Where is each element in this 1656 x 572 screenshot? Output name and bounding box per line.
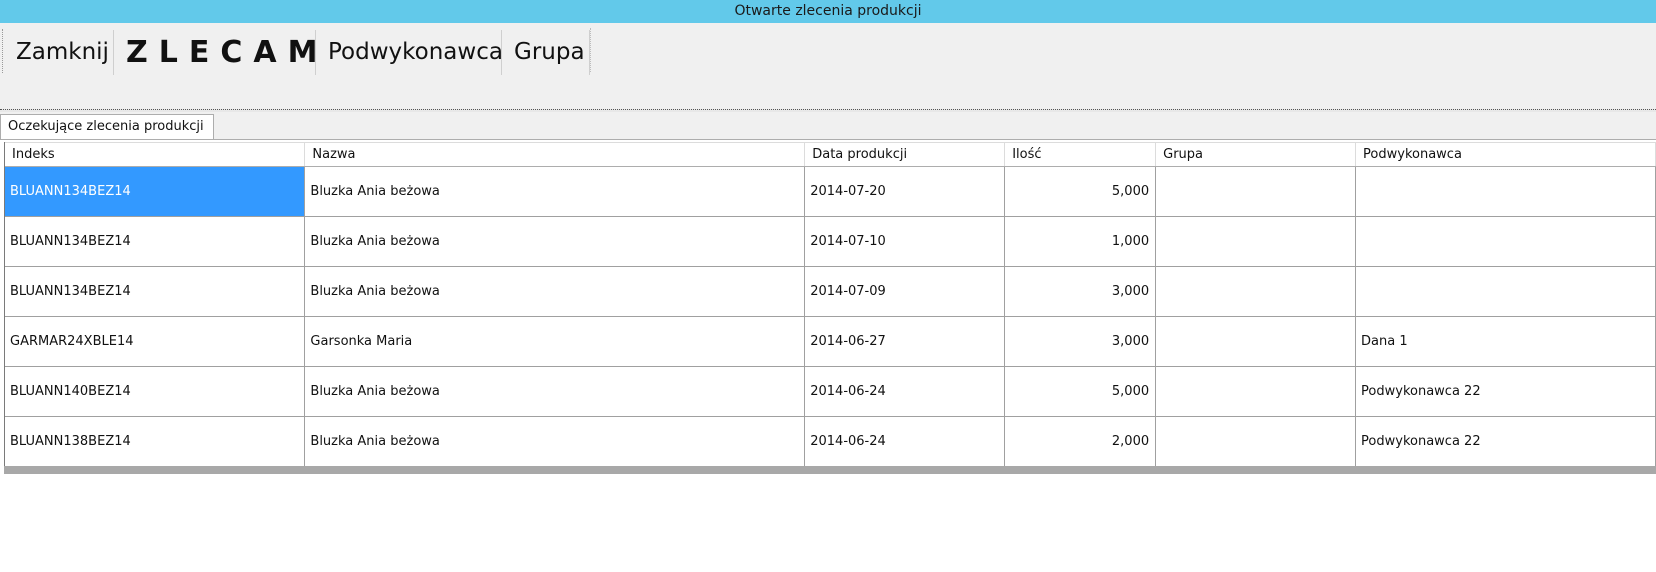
cell-production-date[interactable]: 2014-06-24: [804, 366, 1006, 417]
cell-production-date[interactable]: 2014-07-10: [804, 216, 1006, 267]
grid-bottom-bar: [4, 466, 1656, 474]
close-button[interactable]: Zamknij: [4, 30, 114, 75]
cell-subcontractor[interactable]: Dana 1: [1355, 316, 1656, 367]
cell-production-date[interactable]: 2014-06-27: [804, 316, 1006, 367]
cell-index[interactable]: BLUANN134BEZ14: [5, 216, 306, 267]
cell-subcontractor[interactable]: [1355, 166, 1656, 217]
cell-subcontractor[interactable]: [1355, 266, 1656, 317]
group-button[interactable]: Grupa: [502, 30, 590, 75]
tab-baseline: [0, 139, 1656, 140]
cell-quantity[interactable]: 5,000: [1004, 366, 1157, 417]
table-row[interactable]: BLUANN134BEZ14 Bluzka Ania beżowa 2014-0…: [5, 166, 1656, 217]
cell-name[interactable]: Bluzka Ania beżowa: [304, 216, 806, 267]
tab-pending-orders[interactable]: Oczekujące zlecenia produkcji: [0, 114, 214, 139]
column-header-production-date[interactable]: Data produkcji: [804, 142, 1006, 167]
cell-group[interactable]: [1155, 416, 1357, 467]
cell-quantity[interactable]: 1,000: [1004, 216, 1157, 267]
cell-name[interactable]: Bluzka Ania beżowa: [304, 166, 806, 217]
cell-index[interactable]: BLUANN140BEZ14: [5, 366, 306, 417]
cell-name[interactable]: Bluzka Ania beżowa: [304, 416, 806, 467]
cell-quantity[interactable]: 5,000: [1004, 166, 1157, 217]
toolbar: Zamknij ZLECAM Podwykonawca Grupa: [0, 23, 1656, 109]
tab-strip: Oczekujące zlecenia produkcji: [0, 112, 1656, 140]
cell-production-date[interactable]: 2014-07-20: [804, 166, 1006, 217]
table-row[interactable]: BLUANN134BEZ14 Bluzka Ania beżowa 2014-0…: [5, 266, 1656, 317]
table-row[interactable]: BLUANN134BEZ14 Bluzka Ania beżowa 2014-0…: [5, 216, 1656, 267]
cell-index[interactable]: BLUANN134BEZ14: [5, 166, 306, 217]
window-title: Otwarte zlecenia produkcji: [0, 0, 1656, 23]
cell-name[interactable]: Bluzka Ania beżowa: [304, 266, 806, 317]
cell-subcontractor[interactable]: [1355, 216, 1656, 267]
subcontractor-button[interactable]: Podwykonawca: [316, 30, 503, 75]
cell-production-date[interactable]: 2014-06-24: [804, 416, 1006, 467]
cell-group[interactable]: [1155, 266, 1357, 317]
cell-subcontractor[interactable]: Podwykonawca 22: [1355, 366, 1656, 417]
column-header-index[interactable]: Indeks: [5, 142, 306, 167]
column-header-name[interactable]: Nazwa: [304, 142, 806, 167]
cell-group[interactable]: [1155, 216, 1357, 267]
toolbar-end-grip: [590, 28, 591, 72]
cell-name[interactable]: Garsonka Maria: [304, 316, 806, 367]
cell-index[interactable]: BLUANN138BEZ14: [5, 416, 306, 467]
column-header-subcontractor[interactable]: Podwykonawca: [1355, 142, 1656, 167]
column-header-group[interactable]: Grupa: [1155, 142, 1357, 167]
orders-grid[interactable]: Indeks Nazwa Data produkcji Ilość Grupa …: [4, 142, 1656, 474]
table-header-row: Indeks Nazwa Data produkcji Ilość Grupa …: [5, 142, 1656, 167]
cell-name[interactable]: Bluzka Ania beżowa: [304, 366, 806, 417]
cell-quantity[interactable]: 3,000: [1004, 266, 1157, 317]
cell-quantity[interactable]: 2,000: [1004, 416, 1157, 467]
cell-production-date[interactable]: 2014-07-09: [804, 266, 1006, 317]
table-row[interactable]: GARMAR24XBLE14 Garsonka Maria 2014-06-27…: [5, 316, 1656, 367]
column-header-quantity[interactable]: Ilość: [1004, 142, 1157, 167]
cell-index[interactable]: GARMAR24XBLE14: [5, 316, 306, 367]
cell-group[interactable]: [1155, 316, 1357, 367]
order-button[interactable]: ZLECAM: [114, 30, 317, 75]
cell-group[interactable]: [1155, 166, 1357, 217]
table-row[interactable]: BLUANN138BEZ14 Bluzka Ania beżowa 2014-0…: [5, 416, 1656, 467]
orders-table: Indeks Nazwa Data produkcji Ilość Grupa …: [5, 142, 1656, 467]
cell-quantity[interactable]: 3,000: [1004, 316, 1157, 367]
table-row[interactable]: BLUANN140BEZ14 Bluzka Ania beżowa 2014-0…: [5, 366, 1656, 417]
cell-subcontractor[interactable]: Podwykonawca 22: [1355, 416, 1656, 467]
cell-group[interactable]: [1155, 366, 1357, 417]
cell-index[interactable]: BLUANN134BEZ14: [5, 266, 306, 317]
